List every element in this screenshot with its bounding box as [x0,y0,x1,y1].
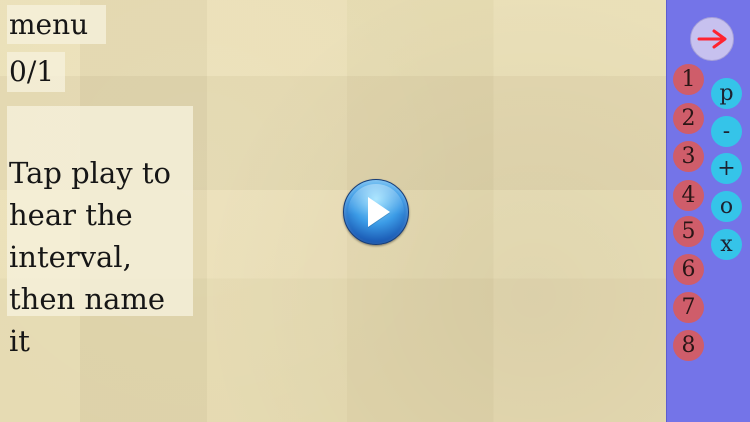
number-label-3: 3 [681,144,696,169]
operator-label-p: p [719,81,734,106]
number-button-8[interactable]: 8 [673,330,704,361]
operator-button-minus[interactable]: - [711,116,742,147]
operator-button-o[interactable]: o [711,191,742,222]
number-label-2: 2 [681,106,696,131]
number-label-1: 1 [681,67,696,92]
number-button-2[interactable]: 2 [673,103,704,134]
number-button-5[interactable]: 5 [673,216,704,247]
number-label-6: 6 [681,257,696,282]
next-button[interactable] [690,17,734,61]
number-label-5: 5 [681,219,696,244]
operator-label-x: x [720,232,733,257]
number-label-7: 7 [681,295,696,320]
instruction-box: Tap play to hear the interval, then name… [7,106,193,358]
operator-label-minus: - [722,119,731,144]
score-value: 0/1 [9,55,55,88]
operator-button-p[interactable]: p [711,78,742,109]
number-label-8: 8 [681,333,696,358]
operator-label-plus: + [717,156,736,181]
score-display: 0/1 [7,52,65,92]
menu-label: menu [9,8,89,41]
number-button-4[interactable]: 4 [673,180,704,211]
number-label-4: 4 [681,183,696,208]
operator-button-x[interactable]: x [711,229,742,260]
number-button-1[interactable]: 1 [673,64,704,95]
play-icon [368,197,390,227]
menu-button[interactable]: menu [7,5,106,44]
play-button[interactable] [343,179,409,245]
number-button-3[interactable]: 3 [673,141,704,172]
number-button-6[interactable]: 6 [673,254,704,285]
arrow-right-icon [697,29,727,49]
operator-label-o: o [719,194,734,219]
operator-button-plus[interactable]: + [711,153,742,184]
number-button-7[interactable]: 7 [673,292,704,323]
